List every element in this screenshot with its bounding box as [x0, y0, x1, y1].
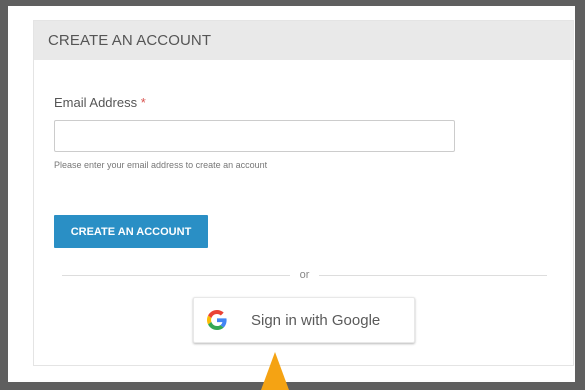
- create-account-button[interactable]: CREATE AN ACCOUNT: [54, 215, 208, 248]
- divider-line-right: [319, 274, 547, 276]
- email-label-text: Email Address: [54, 95, 138, 110]
- panel-header: CREATE AN ACCOUNT: [34, 21, 573, 60]
- sign-in-with-google-button[interactable]: Sign in with Google: [193, 297, 415, 343]
- email-input[interactable]: [54, 120, 455, 152]
- email-hint: Please enter your email address to creat…: [54, 160, 268, 170]
- page-frame: CREATE AN ACCOUNT Email Address * Please…: [8, 6, 575, 382]
- required-indicator: *: [140, 95, 146, 110]
- panel-title: CREATE AN ACCOUNT: [48, 32, 212, 49]
- email-label: Email Address *: [54, 95, 146, 110]
- divider-line-left: [62, 274, 290, 276]
- create-account-panel: CREATE AN ACCOUNT Email Address * Please…: [33, 20, 574, 366]
- google-button-label: Sign in with Google: [251, 311, 381, 329]
- google-g-icon: [207, 310, 227, 330]
- or-divider: or: [62, 268, 547, 282]
- pointer-arrow-icon: [261, 352, 289, 390]
- divider-text: or: [299, 269, 310, 281]
